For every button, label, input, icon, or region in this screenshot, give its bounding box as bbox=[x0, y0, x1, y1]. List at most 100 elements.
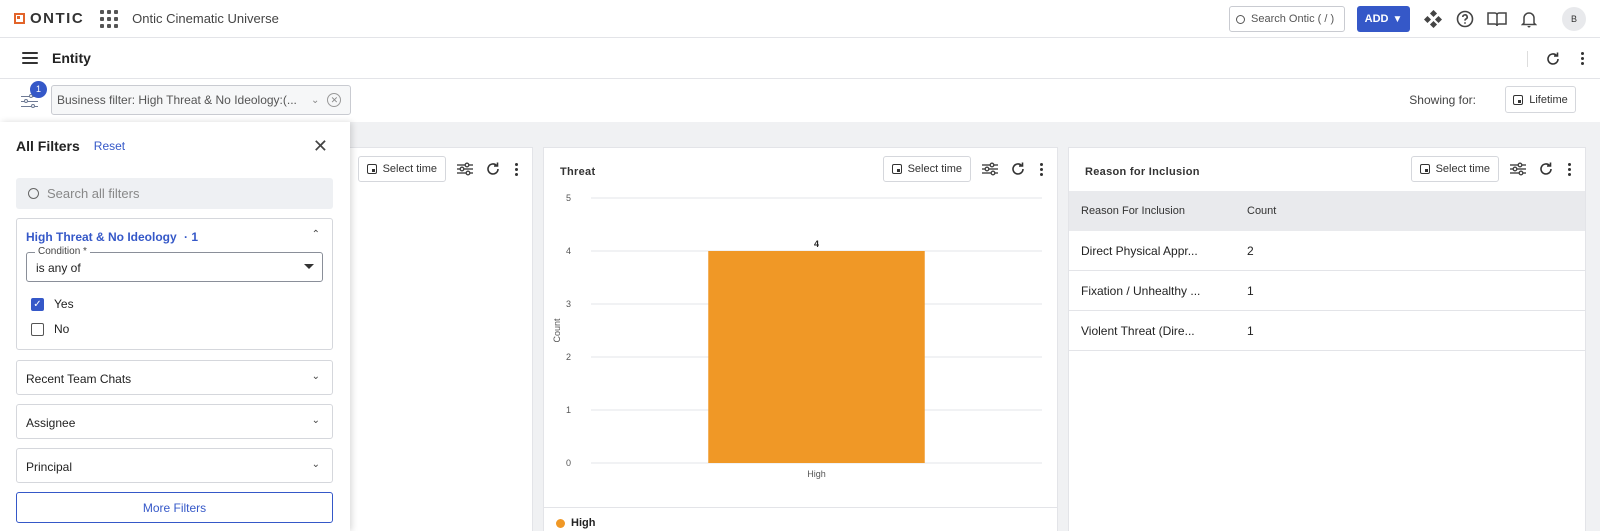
reset-filters-link[interactable]: Reset bbox=[94, 139, 125, 153]
y-tick-label: 3 bbox=[566, 299, 571, 309]
more-filters-button[interactable]: More Filters bbox=[16, 492, 333, 523]
page-header: Entity bbox=[0, 38, 1600, 79]
filter-search-input[interactable]: Search all filters bbox=[16, 178, 333, 209]
column-header[interactable]: Count bbox=[1247, 205, 1276, 217]
reason-table: Reason For Inclusion Count Direct Physic… bbox=[1069, 191, 1585, 351]
option-no[interactable]: No bbox=[31, 322, 69, 336]
filter-bar: 1 Business filter: High Threat & No Ideo… bbox=[0, 79, 1600, 122]
more-options-icon[interactable] bbox=[512, 162, 520, 176]
chevron-up-icon[interactable]: ⌃ bbox=[312, 229, 320, 240]
settings-sliders-icon[interactable] bbox=[981, 160, 999, 178]
filter-section-header[interactable]: High Threat & No Ideology · 1 bbox=[26, 230, 198, 244]
user-avatar[interactable]: B bbox=[1562, 7, 1586, 31]
table-row[interactable]: Fixation / Unhealthy ... 1 bbox=[1069, 271, 1585, 311]
column-header[interactable]: Reason For Inclusion bbox=[1069, 205, 1247, 217]
reason-table-card: Reason for Inclusion Select time Reason … bbox=[1068, 147, 1586, 531]
threat-bar-chart: 0 1 2 3 4 5 Count 4 High bbox=[552, 193, 1042, 479]
select-time-label: Select time bbox=[907, 163, 962, 175]
filter-search-placeholder: Search all filters bbox=[47, 186, 140, 201]
select-time-button[interactable]: Select time bbox=[882, 156, 971, 182]
menu-icon[interactable] bbox=[22, 52, 38, 64]
refresh-icon[interactable] bbox=[1544, 50, 1562, 68]
app-name[interactable]: Ontic Cinematic Universe bbox=[132, 11, 279, 26]
settings-sliders-icon[interactable] bbox=[1509, 160, 1527, 178]
chevron-down-icon: ⌄ bbox=[311, 415, 320, 426]
checkbox-checked[interactable]: ✓ bbox=[31, 297, 44, 311]
more-options-icon[interactable] bbox=[1565, 162, 1573, 176]
settings-sliders-icon[interactable] bbox=[456, 160, 474, 178]
refresh-icon[interactable] bbox=[484, 160, 502, 178]
lifetime-button[interactable]: Lifetime bbox=[1505, 86, 1576, 113]
table-cell: Direct Physical Appr... bbox=[1081, 243, 1198, 258]
search-icon bbox=[28, 188, 39, 199]
legend-swatch bbox=[556, 518, 565, 528]
bar bbox=[708, 251, 925, 463]
divider bbox=[544, 507, 1057, 508]
refresh-icon[interactable] bbox=[1537, 160, 1555, 178]
table-row[interactable]: Direct Physical Appr... 2 bbox=[1069, 231, 1585, 271]
y-tick-label: 2 bbox=[566, 352, 571, 362]
business-filter-select[interactable]: Business filter: High Threat & No Ideolo… bbox=[51, 85, 351, 115]
filter-section-recent-team-chats[interactable]: Recent Team Chats ⌄ bbox=[16, 360, 333, 395]
legend-label: High bbox=[571, 517, 596, 529]
caret-down-icon bbox=[304, 264, 314, 269]
chevron-down-icon: ⌄ bbox=[311, 94, 320, 106]
notification-bell-icon[interactable] bbox=[1516, 6, 1542, 32]
option-yes[interactable]: ✓ Yes bbox=[31, 297, 74, 311]
close-icon[interactable]: ✕ bbox=[313, 136, 328, 157]
filters-panel-title: All Filters bbox=[16, 138, 80, 154]
table-cell: Fixation / Unhealthy ... bbox=[1081, 283, 1201, 298]
help-icon[interactable] bbox=[1452, 6, 1478, 32]
filter-section-title: Principal bbox=[26, 460, 73, 474]
integrations-icon[interactable] bbox=[1420, 6, 1446, 32]
book-icon[interactable] bbox=[1484, 6, 1510, 32]
condition-label: Condition * bbox=[35, 246, 90, 257]
filter-section-principal[interactable]: Principal ⌄ bbox=[16, 448, 333, 483]
filter-toggle-icon[interactable]: 1 bbox=[20, 80, 47, 111]
data-label: 4 bbox=[814, 239, 819, 249]
y-tick-label: 0 bbox=[566, 458, 571, 468]
filter-section-title: Recent Team Chats bbox=[26, 372, 132, 386]
filter-section-title: Assignee bbox=[26, 416, 76, 430]
clear-filter-icon[interactable]: ✕ bbox=[327, 93, 342, 107]
filter-section-assignee[interactable]: Assignee ⌄ bbox=[16, 404, 333, 439]
add-button-label: ADD bbox=[1364, 13, 1389, 25]
table-cell: Violent Threat (Dire... bbox=[1081, 323, 1195, 338]
table-row[interactable]: Violent Threat (Dire... 1 bbox=[1069, 311, 1585, 351]
global-search-input[interactable]: Search Ontic ( / ) bbox=[1229, 6, 1345, 32]
add-button[interactable]: ADD ▼ bbox=[1357, 6, 1410, 32]
y-axis-label: Count bbox=[552, 318, 562, 343]
apps-grid-icon[interactable] bbox=[100, 9, 119, 28]
global-search-placeholder: Search Ontic ( / ) bbox=[1251, 13, 1335, 25]
card-title: Reason for Inclusion bbox=[1085, 166, 1200, 178]
select-time-label: Select time bbox=[1435, 163, 1490, 175]
refresh-icon[interactable] bbox=[1009, 160, 1027, 178]
checkbox-unchecked[interactable] bbox=[31, 322, 44, 336]
more-options-icon[interactable] bbox=[1578, 52, 1586, 65]
option-label: No bbox=[54, 322, 70, 336]
card-title: Threat bbox=[560, 166, 596, 178]
calendar-icon bbox=[1513, 94, 1524, 105]
filter-count-badge: 1 bbox=[30, 80, 47, 98]
threat-chart-card: Threat Select time 0 1 2 3 4 5 Count 4 High High bbox=[543, 147, 1058, 531]
select-time-button[interactable]: Select time bbox=[357, 156, 446, 182]
calendar-icon bbox=[891, 164, 902, 174]
more-options-icon[interactable] bbox=[1037, 162, 1045, 176]
condition-select[interactable]: Condition * is any of bbox=[26, 246, 323, 282]
filter-section-count: · 1 bbox=[184, 230, 199, 244]
filter-section-high-threat: High Threat & No Ideology · 1 ⌃ Conditio… bbox=[16, 218, 333, 350]
y-tick-label: 1 bbox=[566, 405, 571, 415]
page-title: Entity bbox=[52, 50, 91, 66]
select-time-button[interactable]: Select time bbox=[1410, 156, 1499, 182]
search-icon bbox=[1236, 14, 1245, 24]
table-header: Reason For Inclusion Count bbox=[1069, 191, 1585, 231]
condition-value: is any of bbox=[36, 261, 81, 275]
chevron-down-icon: ⌄ bbox=[311, 459, 320, 470]
all-filters-panel: All Filters Reset ✕ Search all filters H… bbox=[0, 122, 350, 531]
ontic-logo[interactable]: ONTIC bbox=[14, 10, 84, 27]
chart-legend[interactable]: High bbox=[556, 510, 595, 531]
ontic-logo-icon bbox=[14, 13, 25, 24]
table-cell: 1 bbox=[1247, 283, 1254, 298]
calendar-icon bbox=[1419, 164, 1430, 174]
showing-for-label: Showing for: bbox=[1409, 93, 1476, 107]
